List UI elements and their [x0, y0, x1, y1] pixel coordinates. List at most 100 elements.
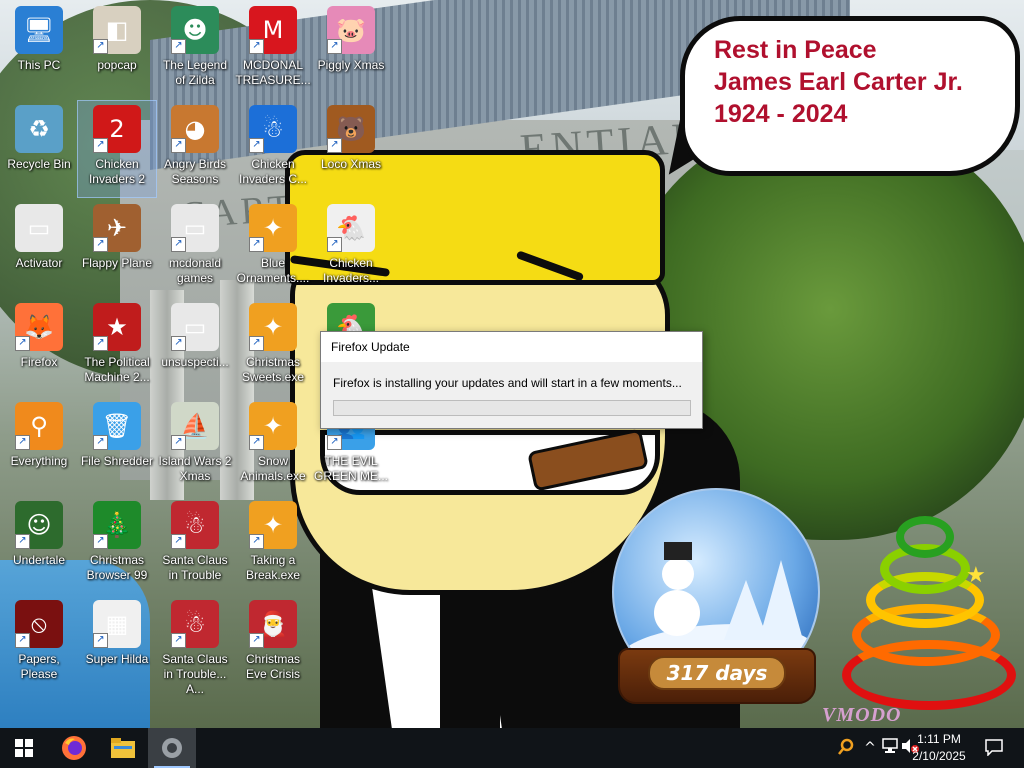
desktop-icon[interactable]: ★ ↗ The Political Machine 2...: [78, 299, 156, 395]
desktop-icon[interactable]: 🐷 ↗ Piggly Xmas: [312, 2, 390, 98]
computer-icon: 🖥: [15, 6, 63, 54]
desktop-icon-label: mcdonald games: [168, 256, 222, 285]
loco-xmas-icon: 🐻 ↗: [327, 105, 375, 153]
shortcut-arrow-icon: ↗: [249, 534, 264, 549]
desktop-icon[interactable]: 🦊 ↗ Firefox: [0, 299, 78, 395]
desktop-icon-label: Island Wars 2 Xmas: [158, 454, 232, 483]
desktop-icon[interactable]: ♻ Recycle Bin: [0, 101, 78, 197]
desktop-icon-label: Activator: [15, 256, 63, 270]
swirl-ring: [896, 516, 954, 558]
desktop-icon[interactable]: 🎅 ↗ Christmas Eve Crisis: [234, 596, 312, 692]
papers-please-icon: ⦸ ↗: [15, 600, 63, 648]
desktop-icon-label: Everything: [10, 454, 68, 468]
desktop-icon-label: File Shredder: [80, 454, 154, 468]
shortcut-arrow-icon: ↗: [93, 633, 108, 648]
desktop-icon-label: This PC: [17, 58, 61, 72]
desktop-icon[interactable]: ⚲ ↗ Everything: [0, 398, 78, 494]
shortcut-arrow-icon: ↗: [327, 237, 342, 252]
wallpaper-signature: VMODO: [822, 704, 902, 726]
desktop-icon[interactable]: ☃ ↗ Chicken Invaders C...: [234, 101, 312, 197]
desktop-icon[interactable]: 🗑 ↗ File Shredder: [78, 398, 156, 494]
shortcut-arrow-icon: ↗: [171, 138, 186, 153]
desktop-icon-label: Christmas Eve Crisis: [245, 652, 300, 681]
shortcut-arrow-icon: ↗: [171, 237, 186, 252]
desktop-icon[interactable]: ✈ ↗ Flappy Plane: [78, 200, 156, 296]
desktop-icon-label: Christmas Browser 99: [86, 553, 148, 582]
desktop-icon-label: Firefox: [20, 355, 58, 369]
taskbar-firefox-button[interactable]: [50, 728, 98, 768]
desktop-icon-label: Chicken Invaders C...: [238, 157, 308, 186]
clock-time: 1:11 PM: [917, 732, 961, 746]
desktop-icon[interactable]: ◧ ↗ popcap: [78, 2, 156, 98]
desktop-icon[interactable]: ◕ ↗ Angry Birds Seasons: [156, 101, 234, 197]
update-progress-bar: [333, 400, 691, 416]
desktop-icon[interactable]: ▭ Activator: [0, 200, 78, 296]
chevron-up-icon[interactable]: ^: [860, 738, 880, 758]
windows-start-icon: [15, 739, 33, 757]
desktop-icon[interactable]: 🐻 ↗ Loco Xmas: [312, 101, 390, 197]
desktop-icon[interactable]: 2 ↗ Chicken Invaders 2: [77, 100, 157, 198]
desktop-icon[interactable]: ✦ ↗ Christmas Sweets.exe: [234, 299, 312, 395]
desktop-icon-label: Recycle Bin: [7, 157, 71, 171]
desktop-icon-label: MCDONAL TREASURE...: [235, 58, 311, 87]
notifications-icon[interactable]: [982, 738, 1006, 758]
desktop-icon[interactable]: ✦ ↗ Blue Ornaments....: [234, 200, 312, 296]
search-icon[interactable]: [836, 738, 856, 758]
christmas-eve-crisis-icon: 🎅 ↗: [249, 600, 297, 648]
shortcut-arrow-icon: ↗: [327, 138, 342, 153]
desktop-icon[interactable]: ▦ ↗ Super Hilda: [78, 596, 156, 692]
shortcut-arrow-icon: ↗: [171, 435, 186, 450]
firefox-icon: [62, 736, 86, 760]
network-icon[interactable]: [880, 738, 900, 758]
clock-date: 2/10/2025: [912, 749, 966, 763]
desktop-icon[interactable]: ▭ ↗ mcdonald games: [156, 200, 234, 296]
speech-bubble-line: James Earl Carter Jr.: [714, 68, 963, 96]
shortcut-arrow-icon: ↗: [249, 237, 264, 252]
snow-globe-tree: [759, 560, 803, 640]
taskbar-file-explorer-button[interactable]: [99, 728, 147, 768]
desktop-icon[interactable]: ☻ ↗ The Legend of Zilda: [156, 2, 234, 98]
desktop-icon[interactable]: ☺ ↗ Undertale: [0, 497, 78, 593]
desktop-icon[interactable]: 🐔↗ Chicken Invaders...: [312, 200, 390, 296]
desktop-icon[interactable]: M ↗ MCDONAL TREASURE...: [234, 2, 312, 98]
desktop-icon[interactable]: ▭ ↗ unsuspecti...: [156, 299, 234, 395]
shortcut-arrow-icon: ↗: [93, 39, 108, 54]
speech-bubble-line: Rest in Peace: [714, 36, 877, 64]
mcdonald-games-icon: ▭ ↗: [171, 204, 219, 252]
desktop-icon[interactable]: ✦ ↗ Snow Animals.exe: [234, 398, 312, 494]
flappy-plane-icon: ✈ ↗: [93, 204, 141, 252]
start-button[interactable]: [0, 728, 48, 768]
desktop-icon-label: Loco Xmas: [320, 157, 382, 171]
angry-birds-seasons-icon: ◕ ↗: [171, 105, 219, 153]
desktop-icon[interactable]: ☃ ↗ Santa Claus in Trouble... A...: [156, 596, 234, 696]
desktop-icon-label: Christmas Sweets.exe: [241, 355, 305, 384]
political-machine-icon: ★ ↗: [93, 303, 141, 351]
everything-icon: ⚲ ↗: [15, 402, 63, 450]
desktop-icon[interactable]: ⦸ ↗ Papers, Please: [0, 596, 78, 692]
desktop-icon[interactable]: ⛵ ↗ Island Wars 2 Xmas: [156, 398, 234, 494]
shortcut-arrow-icon: ↗: [93, 237, 108, 252]
desktop-icon-label: Flappy Plane: [81, 256, 153, 270]
shortcut-arrow-icon: ↗: [327, 435, 342, 450]
blue-ornaments-icon: ✦ ↗: [249, 204, 297, 252]
shortcut-arrow-icon: ↗: [15, 534, 30, 549]
desktop-icon-label: Chicken Invaders 2: [88, 157, 146, 186]
file-explorer-icon: [111, 738, 135, 758]
firefox-update-icon: [162, 738, 182, 758]
desktop-icon[interactable]: 🖥 This PC: [0, 2, 78, 98]
snowman-head: [662, 558, 694, 590]
shortcut-arrow-icon: ↗: [249, 633, 264, 648]
desktop-icon[interactable]: ✦ ↗ Taking a Break.exe: [234, 497, 312, 593]
chicken-invaders-2-icon: 2 ↗: [93, 105, 141, 153]
firefox-update-dialog[interactable]: Firefox Update Firefox is installing you…: [320, 331, 703, 429]
desktop-icon-label: Santa Claus in Trouble: [162, 553, 228, 582]
shortcut-arrow-icon: ↗: [327, 39, 342, 54]
shortcut-arrow-icon: ↗: [93, 138, 108, 153]
desktop-icon-label: Piggly Xmas: [317, 58, 385, 72]
taskbar-clock[interactable]: 1:11 PM 2/10/2025: [904, 731, 974, 765]
shortcut-arrow-icon: ↗: [93, 336, 108, 351]
taskbar-firefox-update-button[interactable]: [148, 728, 196, 768]
desktop-icon[interactable]: ☃ ↗ Santa Claus in Trouble: [156, 497, 234, 593]
shortcut-arrow-icon: ↗: [171, 39, 186, 54]
desktop-icon[interactable]: 🎄 ↗ Christmas Browser 99: [78, 497, 156, 593]
